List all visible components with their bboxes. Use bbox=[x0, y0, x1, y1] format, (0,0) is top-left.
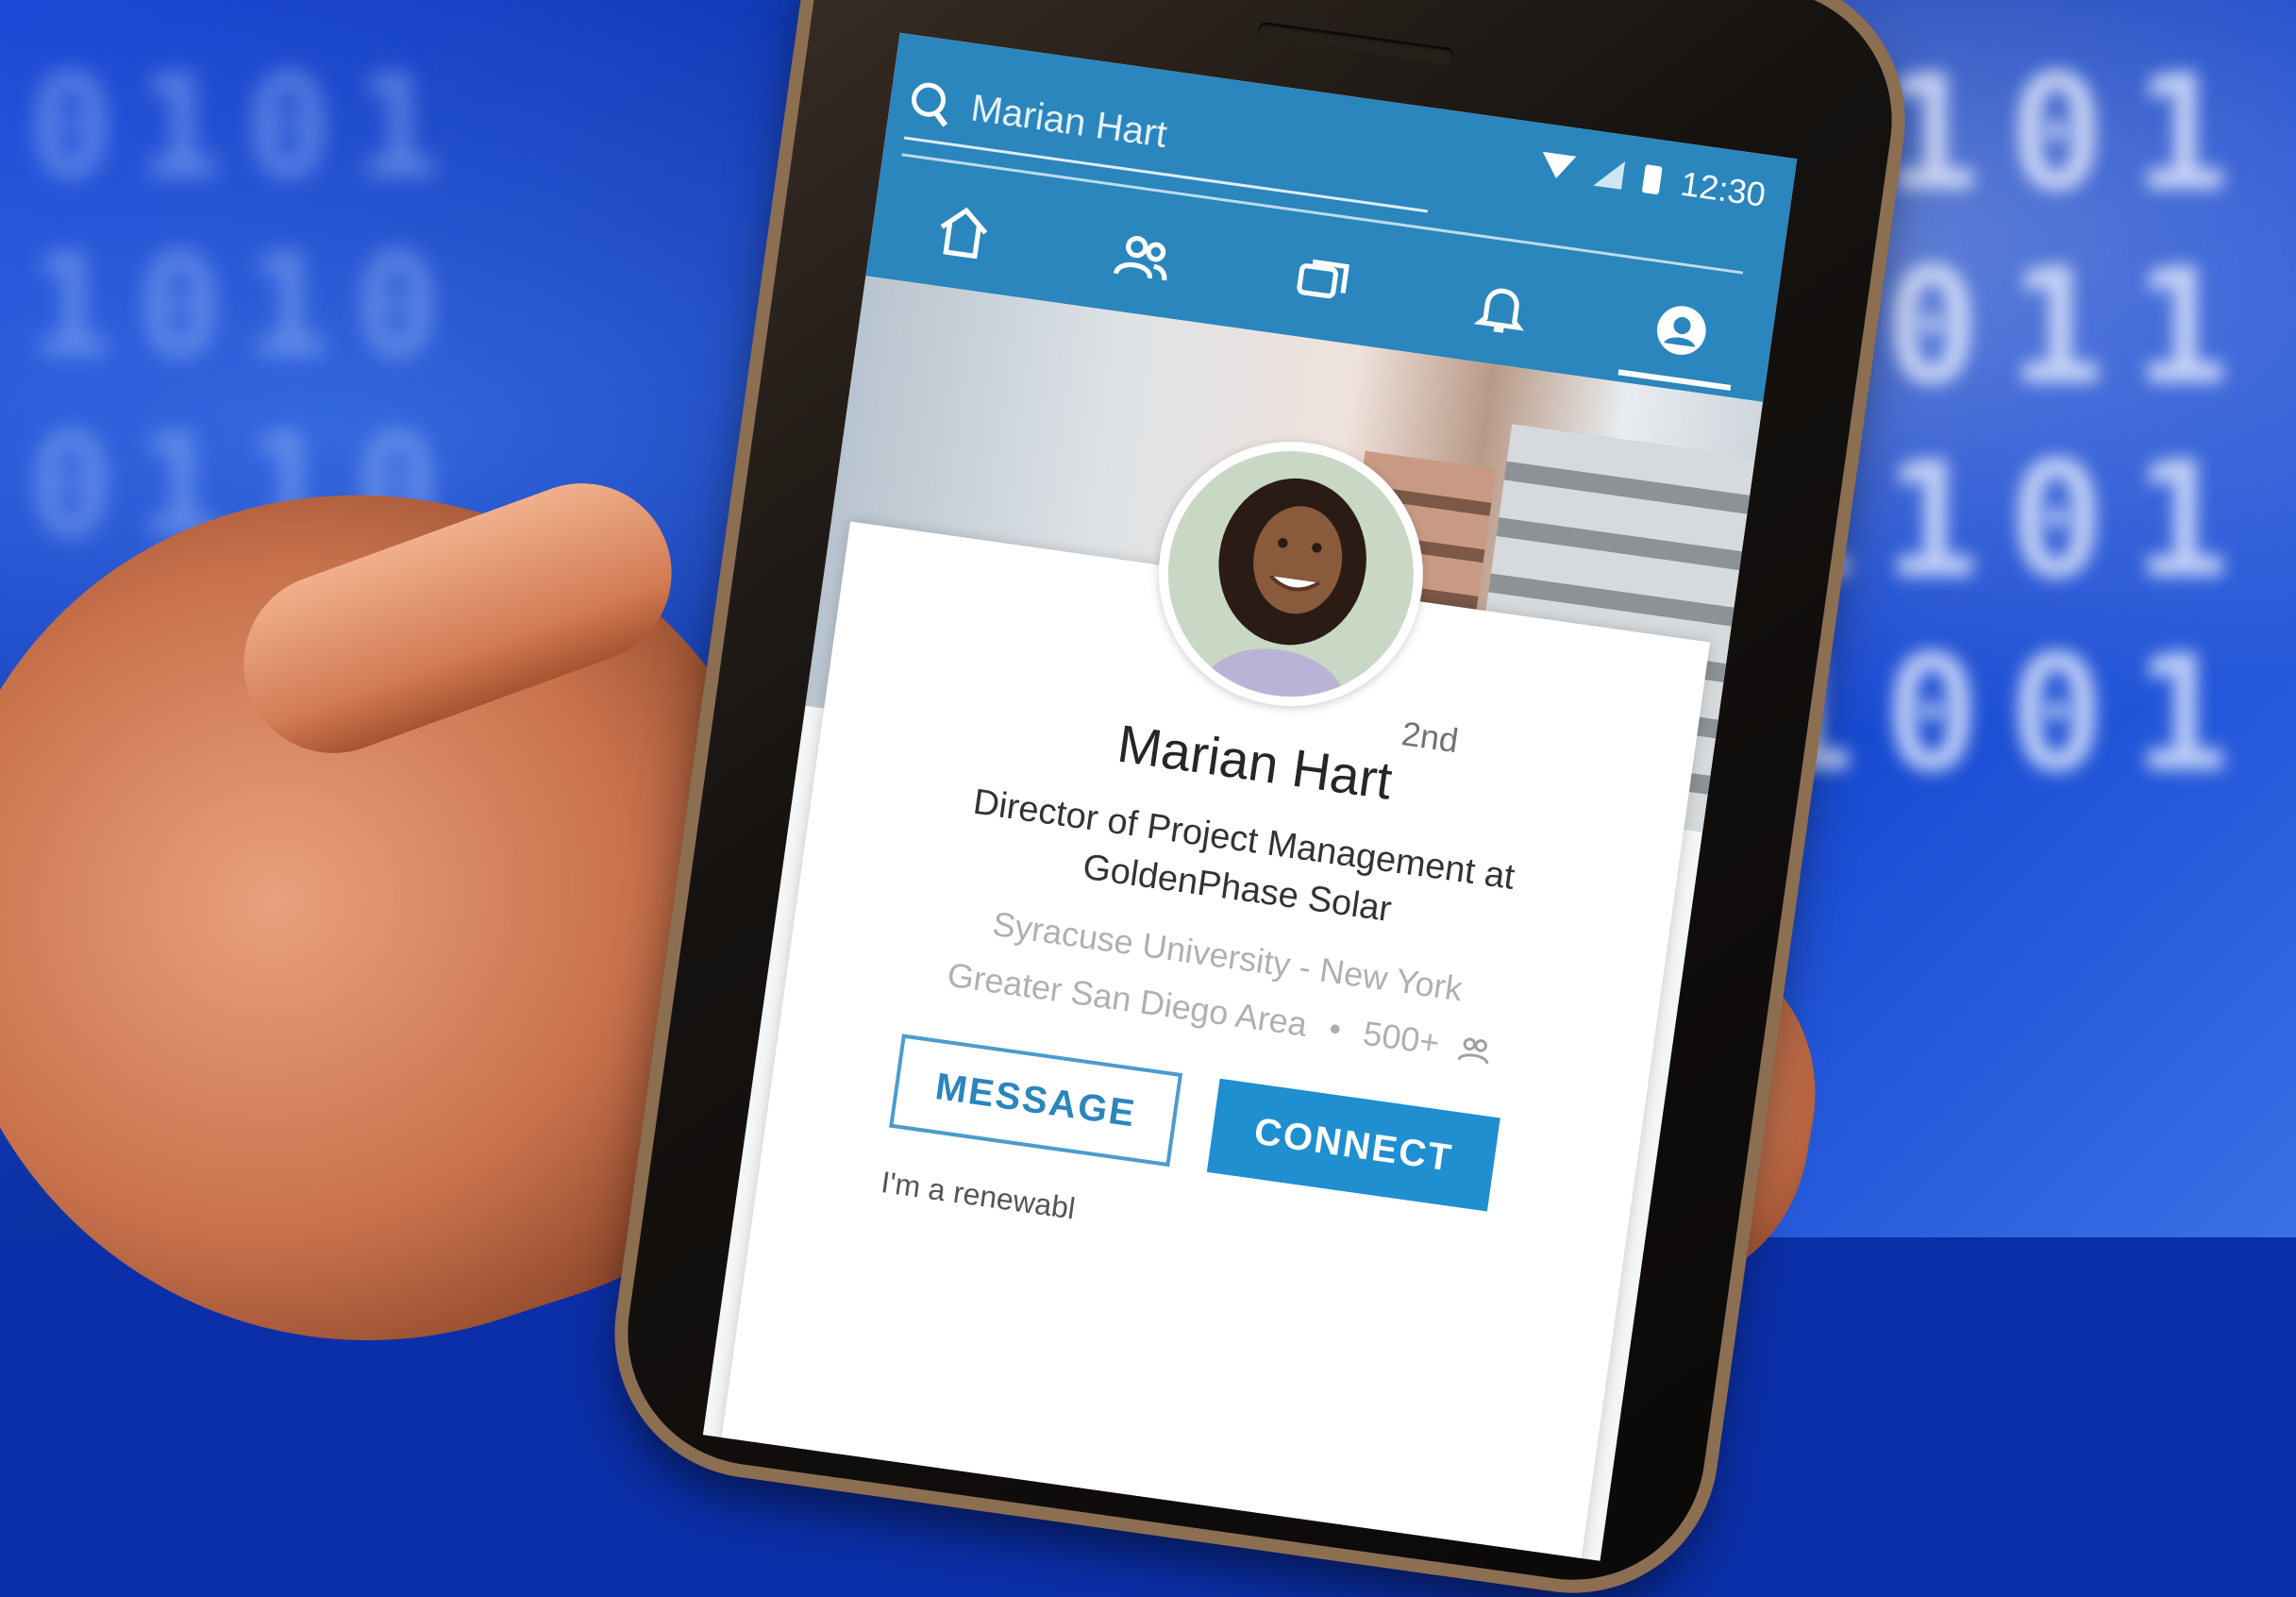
phone-screen: Marian Hart 12:30 2nd Marian Hart Direct… bbox=[702, 32, 1798, 1561]
separator: • bbox=[1326, 1008, 1344, 1049]
message-button[interactable]: MESSAGE bbox=[889, 1034, 1183, 1168]
tab-network[interactable] bbox=[1081, 203, 1206, 312]
notifications-icon bbox=[1473, 288, 1525, 333]
network-icon bbox=[1113, 235, 1167, 281]
status-time: 12:30 bbox=[1678, 163, 1768, 214]
tab-profile[interactable] bbox=[1617, 276, 1745, 391]
phone-speaker bbox=[1256, 21, 1455, 66]
smartphone: Marian Hart 12:30 2nd Marian Hart Direct… bbox=[611, 0, 1909, 1597]
status-bar: 12:30 bbox=[1538, 144, 1768, 215]
tab-notifications[interactable] bbox=[1439, 253, 1565, 362]
profile-summary: I'm a renewabl bbox=[879, 1165, 1078, 1226]
signal-icon bbox=[1593, 157, 1626, 190]
connect-button[interactable]: CONNECT bbox=[1206, 1078, 1500, 1212]
background-binary-left: 0101 1010 0110 bbox=[28, 45, 464, 568]
search-icon bbox=[907, 78, 954, 126]
search-input[interactable]: Marian Hart bbox=[968, 87, 1169, 157]
wifi-icon bbox=[1538, 151, 1577, 181]
profile-card: 2nd Marian Hart Director of Project Mana… bbox=[718, 424, 1711, 1561]
tab-messages[interactable] bbox=[1260, 228, 1385, 338]
connections-icon bbox=[1457, 1037, 1489, 1065]
profile-icon bbox=[1656, 306, 1706, 355]
battery-icon bbox=[1641, 164, 1663, 195]
messages-icon bbox=[1297, 259, 1349, 299]
connections-count: 500+ bbox=[1361, 1013, 1443, 1063]
tab-home[interactable] bbox=[900, 177, 1026, 287]
home-icon bbox=[940, 207, 988, 260]
